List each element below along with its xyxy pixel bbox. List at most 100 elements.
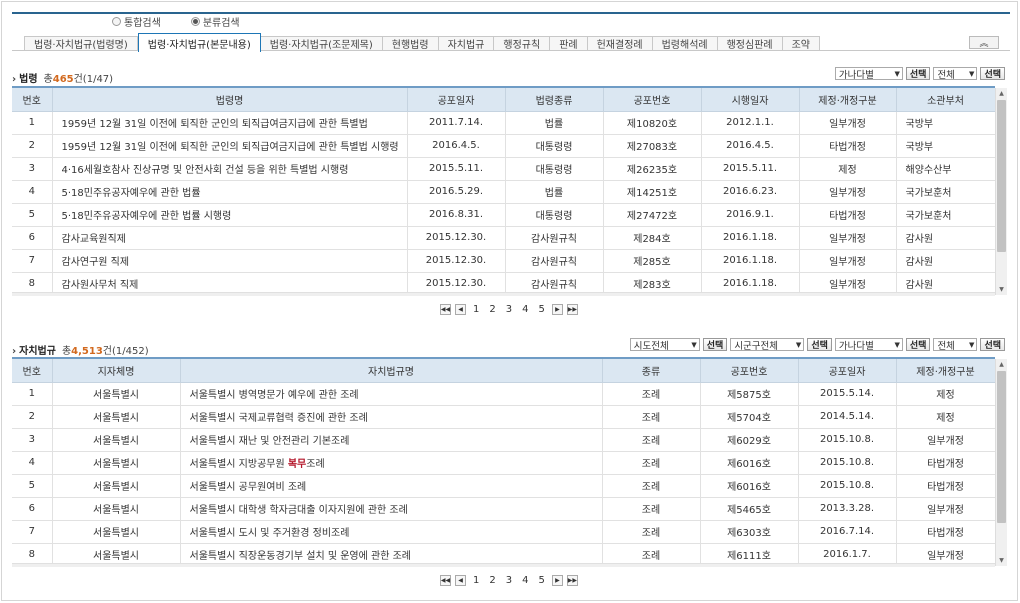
table-cell: 제10820호 [602, 110, 702, 135]
ordinance-name-link[interactable]: 서울특별시 직장운동경기부 설치 및 운영에 관한 조례 [179, 542, 603, 563]
page-link[interactable]: 3 [503, 575, 515, 586]
next-page-icon[interactable]: ▶ [551, 304, 563, 315]
law-name-link[interactable]: 감사교육원직제 [51, 225, 408, 250]
local-sort-select[interactable]: 가나다별 ▼ [834, 338, 903, 352]
table-row[interactable]: 7 감사연구원 직제 2015.12.30. 감사원규칙 제285호 2016.1.18.… [12, 248, 995, 273]
page-link[interactable]: 4 [519, 304, 531, 315]
local-hscroll[interactable] [12, 563, 995, 567]
scroll-up-icon[interactable]: ▲ [996, 359, 1007, 370]
tab-0[interactable]: 법령·자치법규(법령명) [24, 36, 138, 51]
local-scrollbar[interactable]: ▲ ▼ [995, 359, 1007, 566]
page-link[interactable]: 5 [536, 575, 548, 586]
sigungu-select-button[interactable]: 선택 [807, 338, 832, 351]
table-cell: 4 [12, 179, 53, 204]
law-name-link[interactable]: 감사원사무처 직제 [51, 271, 408, 292]
scroll-down-icon[interactable]: ▼ [996, 284, 1007, 295]
laws-total: 총465건(1/47) [43, 73, 114, 85]
scroll-down-icon[interactable]: ▼ [996, 555, 1007, 566]
law-name-link[interactable]: 5·18민주유공자예우에 관한 법률 [51, 179, 408, 204]
table-row[interactable]: 2 1959년 12월 31일 이전에 퇴직한 군인의 퇴직급여금지급에 관한 특… [12, 133, 995, 158]
page-link[interactable]: 4 [519, 575, 531, 586]
table-row[interactable]: 2 서울특별시 서울특별시 국제교류협력 증진에 관한 조례 조례 제5704호 2014… [12, 404, 995, 429]
last-page-icon[interactable]: ▶▶ [566, 304, 578, 315]
radio-integrated[interactable] [112, 16, 121, 26]
laws-filter-select-button[interactable]: 선택 [980, 67, 1005, 80]
sido-select-button[interactable]: 선택 [702, 338, 728, 351]
table-row[interactable]: 3 서울특별시 서울특별시 재난 및 안전관리 기본조례 조례 제6029호 2015.1… [12, 427, 995, 452]
tab-2[interactable]: 법령·자치법규(조문제목) [260, 36, 383, 51]
page-link[interactable]: 3 [503, 304, 515, 315]
ordinance-name-link[interactable]: 서울특별시 국제교류협력 증진에 관한 조례 [179, 404, 603, 429]
prev-page-icon[interactable]: ◀ [455, 304, 466, 315]
table-cell: 2016.1.7. [797, 542, 897, 563]
table-row[interactable]: 7 서울특별시 서울특별시 도시 및 주거환경 정비조례 조례 제6303호 2016.7… [12, 519, 995, 544]
table-cell: 조례 [601, 381, 701, 406]
local-filter-select[interactable]: 전체 ▼ [933, 338, 978, 352]
tab-5[interactable]: 행정규칙 [494, 36, 551, 51]
ordinance-name-link[interactable]: 서울특별시 도시 및 주거환경 정비조례 [179, 519, 603, 544]
ordinance-name-link[interactable]: 서울특별시 재난 및 안전관리 기본조례 [179, 427, 603, 452]
law-name-link[interactable]: 5·18민주유공자예우에 관한 법률 시행령 [51, 202, 408, 227]
tab-8[interactable]: 법령해석례 [652, 36, 718, 51]
tab-4[interactable]: 자치법규 [438, 36, 495, 51]
table-cell: 제정 [798, 156, 897, 181]
radio-category[interactable] [190, 16, 200, 26]
sigungu-select[interactable]: 시군구전체 ▼ [730, 338, 805, 352]
tab-6[interactable]: 판례 [550, 36, 588, 51]
table-cell: 일부개정 [798, 179, 897, 204]
table-row[interactable]: 1 1959년 12월 31일 이전에 퇴직한 군인의 퇴직급여금지급에 관한 특… [12, 110, 995, 135]
first-page-icon[interactable]: ◀◀ [440, 575, 451, 586]
tab-7[interactable]: 헌재결정례 [587, 36, 653, 51]
table-row[interactable]: 5 5·18민주유공자예우에 관한 법률 시행령 2016.8.31. 대통령령 제27… [12, 202, 995, 227]
ordinance-name-link[interactable]: 서울특별시 대학생 학자금대출 이자지원에 관한 조례 [179, 496, 603, 521]
last-page-icon[interactable]: ▶▶ [566, 575, 578, 586]
mode-integrated[interactable]: 통합검색 [112, 14, 161, 29]
table-row[interactable]: 6 감사교육원직제 2015.12.30. 감사원규칙 제284호 2016.1.18. 일… [12, 225, 995, 250]
tab-10[interactable]: 조약 [782, 36, 821, 51]
table-cell: 2 [12, 404, 53, 429]
page-link[interactable]: 2 [486, 304, 498, 315]
laws-filter-select[interactable]: 전체 ▼ [933, 67, 978, 81]
law-name-link[interactable]: 4·16세월호참사 진상규명 및 안전사회 건설 등을 위한 특별법 시행령 [51, 156, 408, 181]
table-row[interactable]: 4 5·18민주유공자예우에 관한 법률 2016.5.29. 법률 제14251호 20… [12, 179, 995, 204]
table-cell: 2016.9.1. [700, 202, 800, 227]
table-cell: 조례 [601, 473, 701, 498]
laws-scroll-thumb[interactable] [997, 100, 1006, 252]
local-scroll-thumb[interactable] [997, 371, 1006, 523]
law-name-link[interactable]: 감사연구원 직제 [51, 248, 408, 273]
law-name-link[interactable]: 1959년 12월 31일 이전에 퇴직한 군인의 퇴직급여금지급에 관한 특별… [51, 110, 408, 135]
table-row[interactable]: 6 서울특별시 서울특별시 대학생 학자금대출 이자지원에 관한 조례 조례 제5465… [12, 496, 995, 521]
first-page-icon[interactable]: ◀◀ [440, 304, 451, 315]
table-row[interactable]: 8 서울특별시 서울특별시 직장운동경기부 설치 및 운영에 관한 조례 조례 제611… [12, 542, 995, 563]
laws-sort-select-button[interactable]: 선택 [905, 67, 931, 80]
next-page-icon[interactable]: ▶ [551, 575, 563, 586]
collapse-button[interactable]: ︽ [969, 36, 999, 49]
table-row[interactable]: 1 서울특별시 서울특별시 병역명문가 예우에 관한 조례 조례 제5875호 2015.… [12, 381, 995, 406]
laws-sort-select[interactable]: 가나다별 ▼ [834, 67, 903, 81]
table-row[interactable]: 8 감사원사무처 직제 2015.12.30. 감사원규칙 제283호 2016.1.18… [12, 271, 995, 292]
local-sort-select-button[interactable]: 선택 [905, 338, 931, 351]
laws-hscroll[interactable] [12, 292, 995, 296]
law-name-link[interactable]: 1959년 12월 31일 이전에 퇴직한 군인의 퇴직급여금지급에 관한 특별… [51, 133, 408, 158]
sido-select[interactable]: 시도전체 ▼ [629, 338, 700, 352]
ordinance-name-link[interactable]: 서울특별시 병역명문가 예우에 관한 조례 [179, 381, 603, 406]
tab-3[interactable]: 현행법령 [382, 36, 439, 51]
mode-category[interactable]: 분류검색 [190, 14, 240, 29]
table-cell: 제5875호 [699, 381, 799, 406]
local-filter-select-button[interactable]: 선택 [980, 338, 1005, 351]
laws-scrollbar[interactable]: ▲ ▼ [995, 88, 1007, 295]
table-row[interactable]: 5 서울특별시 서울특별시 공무원여비 조례 조례 제6016호 2015.10.8. 타법… [12, 473, 995, 498]
ordinance-name-link[interactable]: 서울특별시 지방공무원 복무조례 [179, 450, 603, 475]
page-link[interactable]: 1 [470, 304, 482, 315]
scroll-up-icon[interactable]: ▲ [996, 88, 1007, 99]
page-link[interactable]: 1 [470, 575, 482, 586]
page-link[interactable]: 2 [486, 575, 498, 586]
page-link[interactable]: 5 [536, 304, 548, 315]
tab-9[interactable]: 행정심판례 [717, 36, 783, 51]
table-row[interactable]: 3 4·16세월호참사 진상규명 및 안전사회 건설 등을 위한 특별법 시행령 2… [12, 156, 995, 181]
table-cell: 제26235호 [602, 156, 702, 181]
table-row[interactable]: 4 서울특별시 서울특별시 지방공무원 복무조례 조례 제6016호 2015.10.8.… [12, 450, 995, 475]
tab-1[interactable]: 법령·자치법규(본문내용) [137, 33, 261, 52]
ordinance-name-link[interactable]: 서울특별시 공무원여비 조례 [179, 473, 603, 498]
prev-page-icon[interactable]: ◀ [455, 575, 466, 586]
